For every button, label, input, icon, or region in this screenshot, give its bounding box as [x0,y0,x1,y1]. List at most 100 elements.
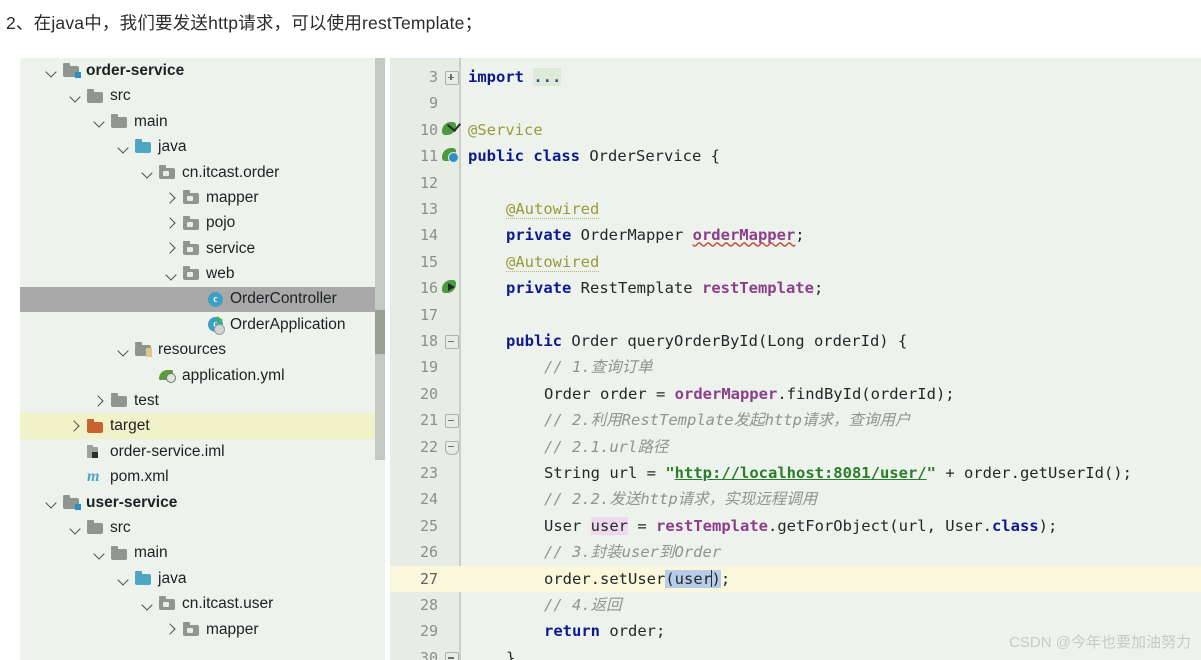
tree-item-order-service-iml[interactable]: order-service.iml [20,439,385,464]
tree-item-ordercontroller[interactable]: c OrderController [20,286,385,312]
tree-item-cn-itcast-order[interactable]: cn.itcast.order [20,160,385,185]
chevron-down-icon[interactable] [116,139,132,155]
code-line[interactable]: // 3.封装user到Order [544,539,721,565]
fold-collapse-icon[interactable] [445,651,459,660]
code-token: return [544,622,610,641]
bean-arrow-icon[interactable] [442,280,457,295]
code-line[interactable]: return order; [544,618,665,644]
code-line[interactable]: // 2.2.发送http请求，实现远程调用 [544,486,817,512]
chevron-down-icon[interactable] [164,266,180,282]
project-tree-scrollbar-thumb[interactable] [375,310,385,354]
chevron-right-icon[interactable] [92,393,108,409]
tree-item-src[interactable]: src [20,515,385,540]
code-line[interactable]: private RestTemplate restTemplate; [506,275,823,301]
code-line[interactable]: @Service [468,117,543,143]
tree-item-main[interactable]: main [20,109,385,134]
chevron-down-icon[interactable] [92,113,108,129]
code-line[interactable]: // 2.1.url路径 [544,434,668,460]
chevron-down-icon[interactable] [140,596,156,612]
line-number: 26 [419,543,438,562]
code-line[interactable]: User user = restTemplate.getForObject(ur… [544,513,1057,539]
chevron-down-icon[interactable] [68,88,84,104]
code-line[interactable]: public class OrderService { [468,143,720,169]
chevron-down-icon[interactable] [92,545,108,561]
line-number: 29 [419,622,438,641]
chevron-right-icon[interactable] [164,621,180,637]
chevron-down-icon[interactable] [44,63,60,79]
tree-item-label: src [110,518,131,536]
tree-item-application-yml[interactable]: application.yml [20,363,385,388]
chevron-right-icon[interactable] [164,240,180,256]
module-folder-icon [62,62,81,79]
chevron-right-icon[interactable] [68,418,84,434]
tree-item-service[interactable]: service [20,236,385,261]
code-token: RestTemplate [580,279,702,298]
bean-class-icon[interactable] [442,148,459,164]
source-folder-icon [134,570,153,587]
tree-item-mapper[interactable]: mapper [20,617,385,642]
code-line[interactable]: String url = "http://localhost:8081/user… [544,460,1132,486]
code-line[interactable]: // 2.利用RestTemplate发起http请求，查询用户 [544,407,910,433]
tree-item-order-service[interactable]: order-service [20,58,385,83]
code-line[interactable]: order.setUser(user); [544,566,730,592]
source-folder-icon [134,138,153,155]
tree-item-user-service[interactable]: user-service [20,490,385,515]
code-line[interactable]: @Autowired [506,249,600,275]
code-editor[interactable]: 3 import ... 9 10 @Service 11 public class Ord… [390,58,1201,660]
fold-collapse-icon[interactable] [445,335,459,349]
code-token: // 2.1.url路径 [544,437,669,456]
chevron-down-icon[interactable] [116,571,132,587]
fold-collapse-icon[interactable] [445,414,459,429]
line-number: 23 [419,464,438,482]
code-token: ... [533,68,562,86]
tree-item-target[interactable]: target [20,413,385,439]
code-line[interactable]: import ... [468,64,562,90]
code-line[interactable]: } [506,645,515,660]
tree-item-web[interactable]: web [20,261,385,286]
code-token: // 3.封装user到Order [544,543,722,562]
tree-item-test[interactable]: test [20,388,385,413]
chevron-down-icon[interactable] [140,164,156,180]
line-number: 18 [419,332,438,350]
chevron-right-icon[interactable] [164,215,180,231]
fold-collapse-icon[interactable] [445,440,459,455]
folder-icon [110,113,129,130]
chevron-right-icon[interactable] [164,190,180,206]
code-line[interactable]: Order order = orderMapper.findById(order… [544,381,955,407]
code-line[interactable]: // 1.查询订单 [544,354,653,380]
tree-item-orderapplication[interactable]: c OrderApplication [20,312,385,337]
code-token: String url = [544,464,666,482]
tree-item-java[interactable]: java [20,566,385,591]
code-line[interactable]: @Autowired [506,196,600,222]
line-number: 22 [419,437,438,456]
tree-item-pojo[interactable]: pojo [20,210,385,235]
fold-expand-icon[interactable] [445,71,459,85]
code-token: public [468,147,534,166]
code-line[interactable]: public Order queryOrderById(Long orderId… [506,328,907,354]
bean-check-icon[interactable] [442,117,462,137]
project-tree-list: order-service src main java cn.itcast.order m… [20,58,385,642]
chevron-down-icon[interactable] [116,342,132,358]
tree-item-resources[interactable]: resources [20,337,385,362]
tree-item-src[interactable]: src [20,83,385,108]
project-tree-scrollbar[interactable] [375,58,385,460]
chevron-down-icon[interactable] [44,494,60,510]
tree-item-mapper[interactable]: mapper [20,185,385,210]
tree-item-main[interactable]: main [20,540,385,565]
tree-item-java[interactable]: java [20,134,385,159]
code-token: class [991,516,1039,535]
code-line[interactable]: private OrderMapper orderMapper; [506,222,805,248]
code-token: @Service [468,120,543,139]
tree-item-pom-xml[interactable]: m pom.xml [20,464,385,489]
page-heading: 2、在java中，我们要发送http请求，可以使用restTemplate； [6,13,483,33]
tree-item-cn-itcast-user[interactable]: cn.itcast.user [20,591,385,616]
code-token: = [628,516,656,535]
code-line[interactable]: // 4.返回 [544,592,622,618]
tree-item-label: web [206,265,235,283]
code-token: + order.getUserId(); [935,464,1132,482]
line-number: 17 [419,305,438,324]
project-tree-pane[interactable]: order-service src main java cn.itcast.order m… [20,58,385,660]
code-token: http://localhost:8081/user/ [674,464,927,482]
tree-item-label: main [134,544,168,562]
chevron-down-icon[interactable] [68,520,84,536]
